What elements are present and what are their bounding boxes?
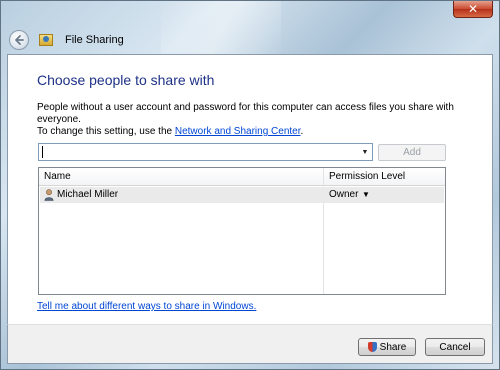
- close-icon: ✕: [467, 2, 479, 16]
- close-button[interactable]: ✕: [453, 1, 493, 18]
- uac-shield-icon: [367, 342, 377, 352]
- help-link[interactable]: Tell me about different ways to share in…: [37, 301, 256, 312]
- description-line-1: People without a user account and passwo…: [37, 102, 454, 125]
- cancel-button[interactable]: Cancel: [425, 338, 485, 356]
- user-icon: [44, 189, 54, 201]
- file-sharing-icon: [39, 34, 53, 46]
- title-bar: File Sharing: [7, 25, 495, 55]
- network-sharing-center-link[interactable]: Network and Sharing Center: [175, 126, 301, 137]
- permission-level-value[interactable]: Owner: [329, 189, 358, 200]
- permission-dropdown-icon[interactable]: ▼: [362, 190, 370, 199]
- share-button[interactable]: Share: [358, 338, 416, 356]
- text-caret: [42, 146, 43, 158]
- add-button[interactable]: Add: [378, 144, 446, 161]
- table-row[interactable]: Michael Miller Owner ▼: [40, 187, 444, 203]
- user-name: Michael Miller: [57, 189, 119, 200]
- user-picker-input[interactable]: [39, 145, 358, 159]
- share-button-label: Share: [379, 341, 407, 353]
- page-title: Choose people to share with: [37, 72, 215, 88]
- description-line-2: To change this setting, use the Network …: [37, 126, 482, 138]
- column-header-permission[interactable]: Permission Level: [329, 171, 405, 182]
- dialog-content: Choose people to share with People witho…: [7, 54, 493, 324]
- back-arrow-icon: [15, 35, 24, 45]
- back-button[interactable]: [9, 30, 29, 50]
- window-title: File Sharing: [65, 34, 124, 46]
- sharing-list: Name Permission Level Michael Miller Own…: [38, 167, 446, 295]
- description: People without a user account and passwo…: [37, 102, 482, 138]
- column-header-name[interactable]: Name: [44, 171, 71, 182]
- description-suffix: .: [300, 126, 304, 137]
- dropdown-arrow-icon[interactable]: ▼: [358, 144, 372, 160]
- description-prefix: To change this setting, use the: [37, 126, 175, 137]
- list-header: Name Permission Level: [39, 168, 445, 186]
- user-picker-combobox[interactable]: ▼: [38, 143, 373, 161]
- dialog-footer: Share Cancel: [7, 324, 493, 364]
